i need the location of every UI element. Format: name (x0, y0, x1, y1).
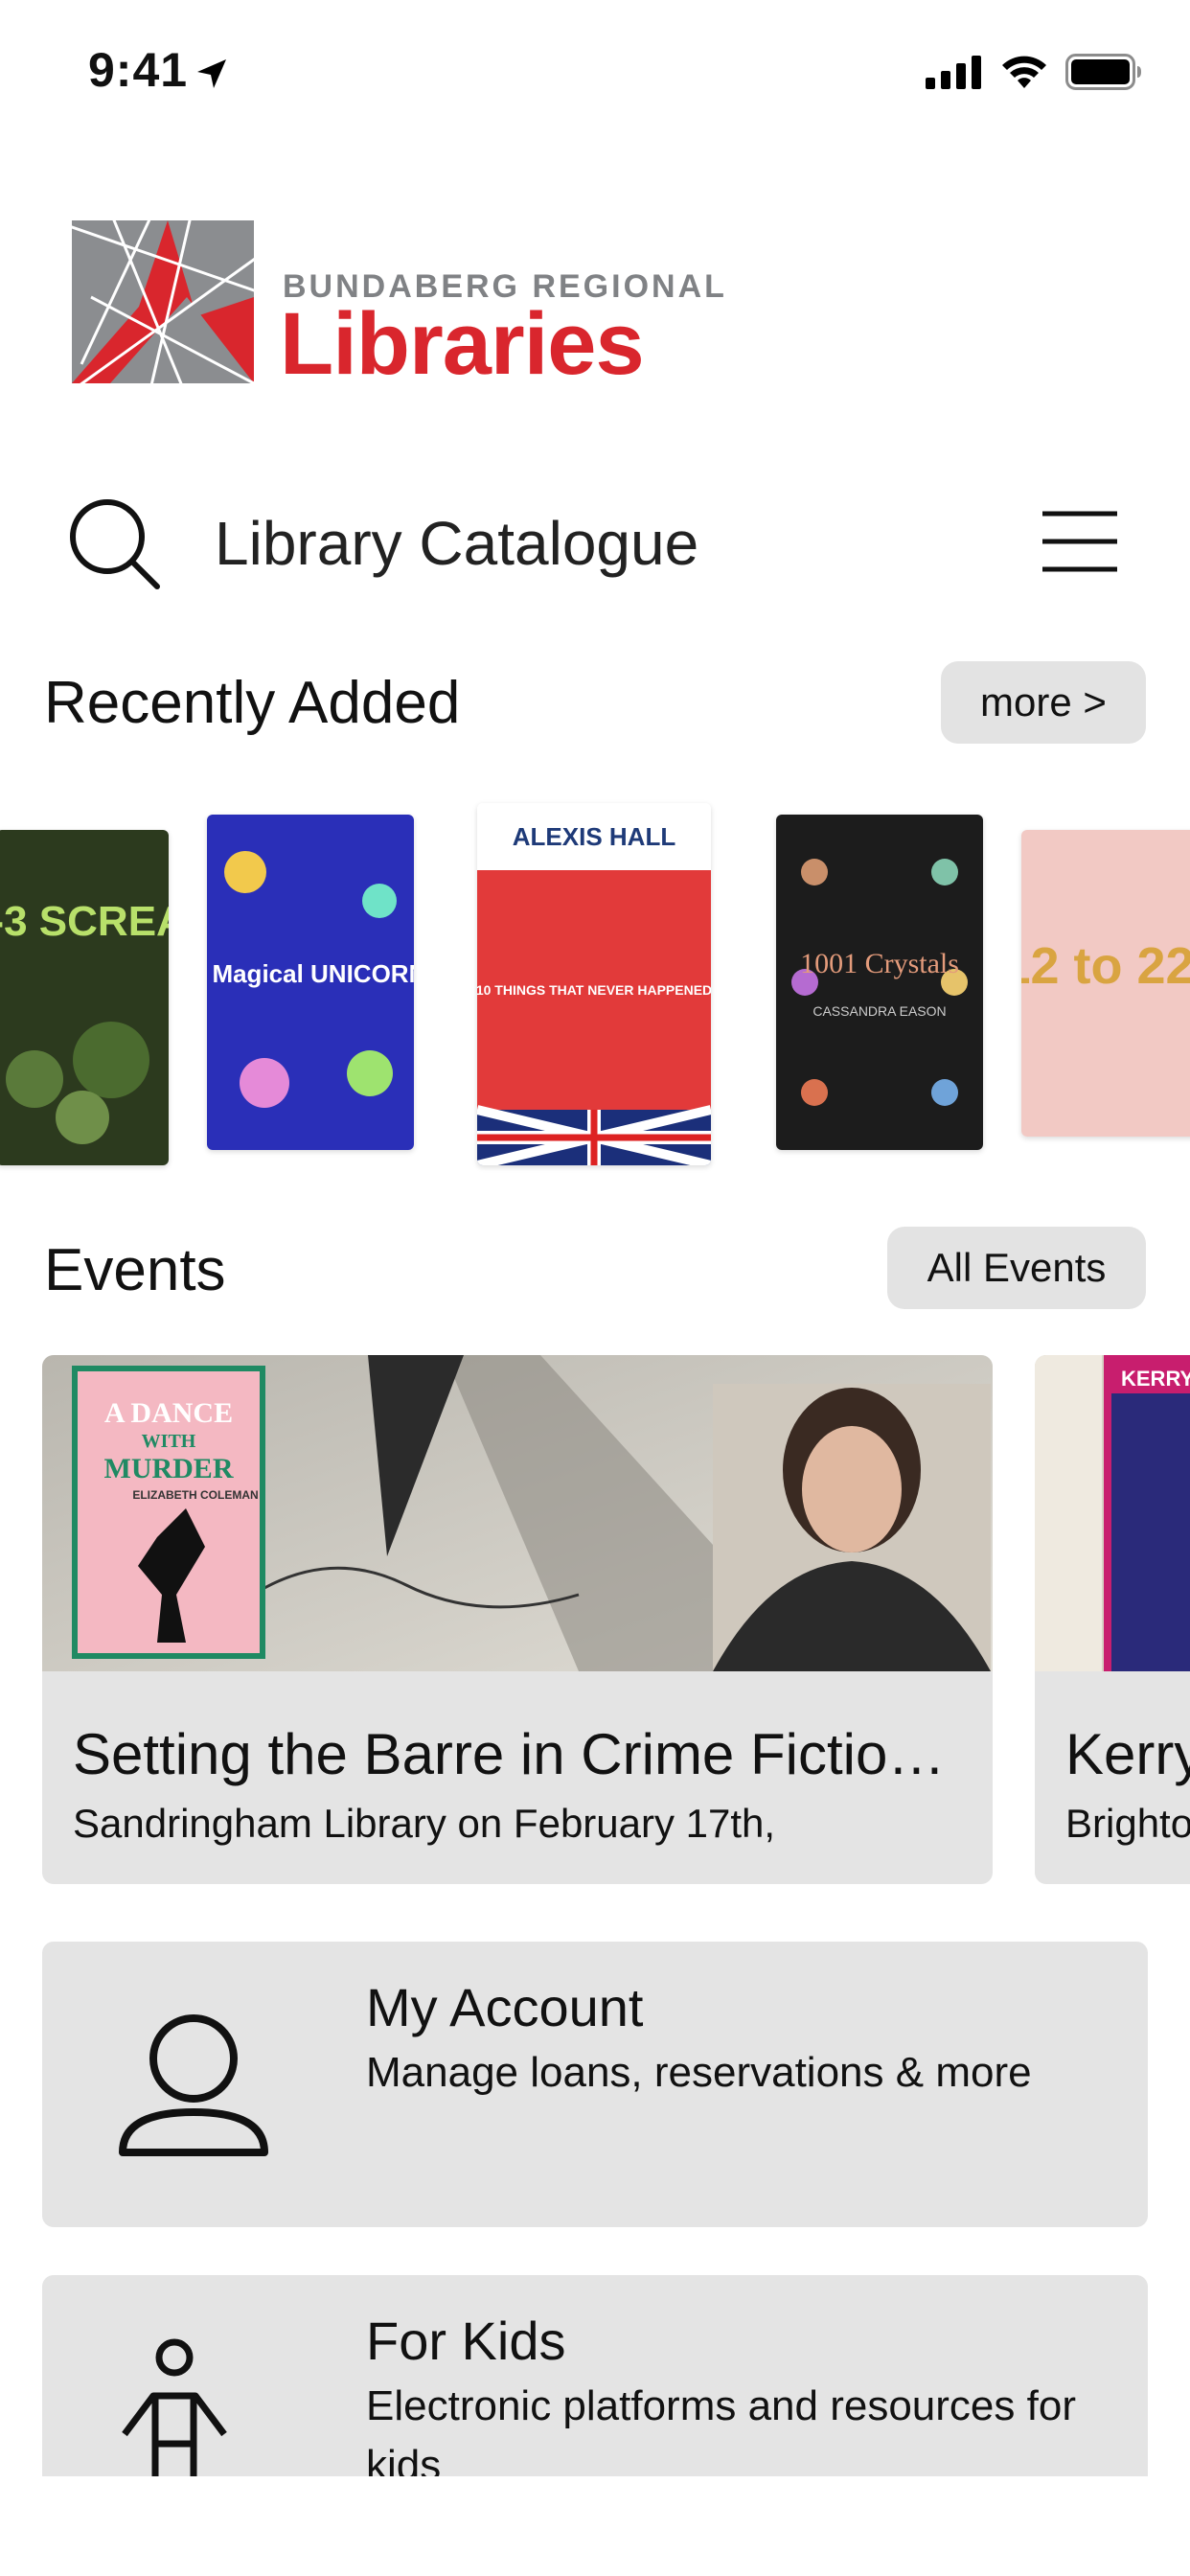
book-cover[interactable]: 1-2-3 SCREAM! (0, 830, 169, 1165)
my-account-title: My Account (366, 1977, 644, 2037)
cellular-signal-icon (926, 56, 981, 89)
search-icon[interactable] (67, 496, 163, 592)
event-card[interactable]: A DANCE WITH MURDER ELIZABETH COLEMAN Se… (42, 1355, 993, 1884)
event-book-author: KERRY (1121, 1367, 1190, 1391)
my-account-tile[interactable]: My Account Manage loans, reservations & … (42, 1942, 1148, 2227)
book-cover[interactable]: 1001 Crystals CASSANDRA EASON (776, 815, 983, 1150)
event-card[interactable]: KERRY Kerry Brighto (1035, 1355, 1190, 1884)
book-title: 1001 Crystals (800, 948, 959, 979)
wifi-icon (1002, 56, 1046, 88)
events-heading: Events (44, 1237, 226, 1303)
event-image: KERRY (1035, 1355, 1190, 1671)
catalogue-search-bar[interactable]: Library Catalogue (0, 479, 1190, 613)
event-book-title-c: MURDER (104, 1453, 234, 1484)
book-title: 10 Magical UNICORNS (207, 959, 414, 988)
more-button[interactable]: more > (941, 661, 1146, 744)
book-author: ALEXIS HALL (513, 822, 676, 851)
book-title: 1-2-3 SCREAM! (0, 898, 169, 945)
event-subtitle: Sandringham Library on February 17th, (73, 1801, 776, 1846)
event-subtitle: Brighto (1065, 1801, 1190, 1846)
child-icon (122, 2338, 227, 2492)
bottom-safe-area (0, 2476, 1190, 2576)
event-title: Kerry (1065, 1722, 1190, 1786)
all-events-button[interactable]: All Events (887, 1227, 1146, 1309)
my-account-subtitle: Manage loans, reservations & more (366, 2049, 1032, 2096)
book-cover[interactable]: ALEXIS HALL 10 THINGS THAT NEVER HAPPENE… (477, 803, 711, 1165)
status-bar: 9:41 (0, 0, 1190, 144)
events-carousel[interactable]: A DANCE WITH MURDER ELIZABETH COLEMAN Se… (0, 1355, 1190, 1886)
logo-mark-icon (53, 192, 273, 400)
book-title: 12 to 22 (1021, 937, 1190, 995)
status-time: 9:41 (88, 43, 189, 97)
book-title: 10 THINGS THAT NEVER HAPPENED (477, 982, 711, 998)
logo-title: Libraries (280, 295, 645, 393)
event-book-title-a: A DANCE (104, 1397, 233, 1429)
brand-logo: BUNDABERG REGIONAL Libraries (53, 192, 724, 402)
book-author: CASSANDRA EASON (812, 1003, 946, 1019)
event-book-title-b: WITH (142, 1431, 196, 1452)
event-book-author: ELIZABETH COLEMAN (132, 1488, 258, 1502)
event-image: A DANCE WITH MURDER ELIZABETH COLEMAN (42, 1355, 993, 1671)
recently-added-carousel[interactable]: 1-2-3 SCREAM! 10 Magical UNICORNS ALEXIS… (0, 795, 1190, 1179)
book-cover[interactable]: 12 to 22 (1021, 830, 1190, 1137)
event-title: Setting the Barre in Crime Fiction… (73, 1722, 973, 1786)
book-cover[interactable]: 10 Magical UNICORNS (207, 815, 414, 1150)
for-kids-title: For Kids (366, 2311, 566, 2371)
location-arrow-icon (197, 59, 226, 88)
status-icons (926, 54, 1142, 90)
battery-icon (1065, 54, 1141, 90)
search-label[interactable]: Library Catalogue (215, 508, 698, 579)
person-icon (119, 2014, 268, 2156)
hamburger-menu-icon[interactable] (1041, 508, 1119, 575)
recently-added-heading: Recently Added (44, 670, 461, 736)
